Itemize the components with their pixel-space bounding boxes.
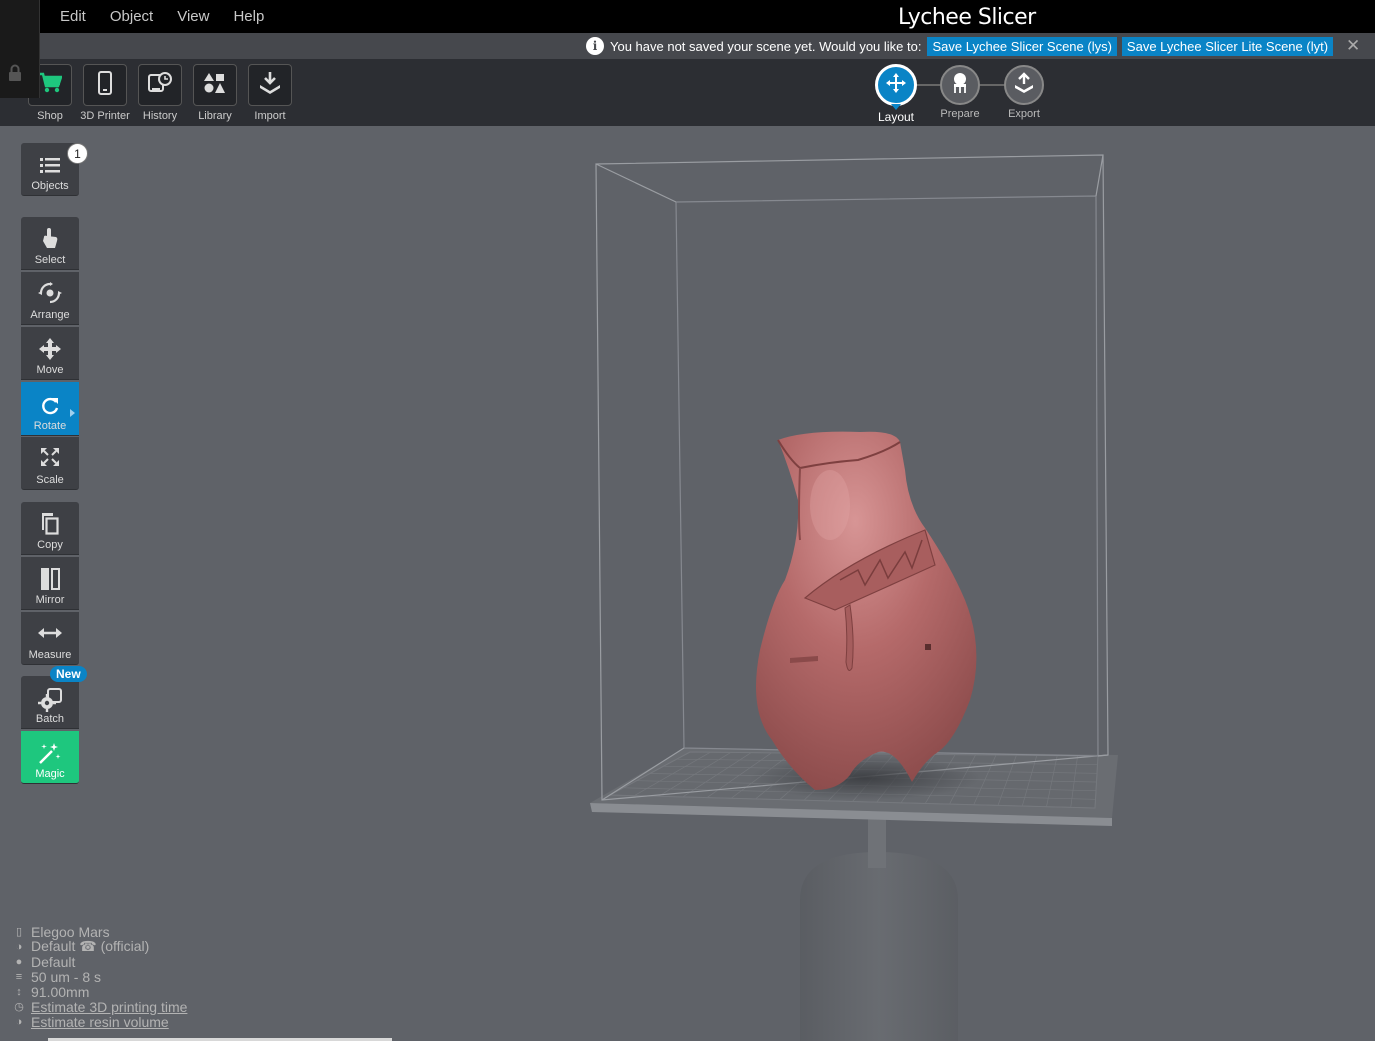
close-icon[interactable]: ✕ xyxy=(1346,36,1360,56)
move-arrows-icon xyxy=(38,337,62,366)
menu-edit[interactable]: Edit xyxy=(60,8,86,25)
batch-button[interactable]: Batch xyxy=(21,676,79,729)
shop-label: Shop xyxy=(37,110,63,122)
move-arrows-icon xyxy=(884,71,908,100)
mirror-label: Mirror xyxy=(35,594,65,606)
model-height: 91.00mm xyxy=(31,983,90,1000)
rotate-icon xyxy=(40,396,60,421)
measure-button[interactable]: Measure xyxy=(21,612,79,665)
phone-printer-icon xyxy=(97,70,113,100)
layer-setting: 50 um - 8 s xyxy=(31,968,102,985)
scale-button[interactable]: Scale xyxy=(21,437,79,490)
magic-button[interactable]: Magic xyxy=(21,731,79,784)
estimate-time-row: ◷ Estimate 3D printing time xyxy=(12,999,187,1015)
phone-printer-icon: ▯ xyxy=(15,926,23,938)
import-label: Import xyxy=(254,110,286,122)
resin-drop-icon: ◑ xyxy=(15,940,23,953)
info-icon: i xyxy=(586,37,604,55)
lock-panel xyxy=(0,0,40,98)
mirror-icon xyxy=(40,567,60,596)
measure-label: Measure xyxy=(28,649,72,661)
copy-button[interactable]: Copy xyxy=(21,502,79,555)
objects-label: Objects xyxy=(31,180,69,192)
save-lys-button[interactable]: Save Lychee Slicer Scene (lys) xyxy=(927,36,1117,56)
arrange-icon xyxy=(37,282,63,309)
notification-message: You have not saved your scene yet. Would… xyxy=(610,38,922,54)
mirror-button[interactable]: Mirror xyxy=(21,557,79,610)
library-label: Library xyxy=(198,110,232,122)
3d-model[interactable] xyxy=(756,431,977,790)
history-icon xyxy=(147,71,173,100)
support-figure-icon xyxy=(949,72,971,99)
shapes-icon xyxy=(203,72,227,99)
save-notification-bar: i You have not saved your scene yet. Wou… xyxy=(0,33,1375,59)
lock-icon[interactable] xyxy=(8,64,22,87)
cart-icon xyxy=(38,72,63,99)
objects-count-badge: 1 xyxy=(67,143,88,164)
rotate-label: Rotate xyxy=(33,420,67,432)
estimate-resin-row: ◑ Estimate resin volume xyxy=(12,1014,187,1030)
palette-icon: ● xyxy=(15,955,23,968)
history-button[interactable] xyxy=(138,64,182,106)
printer-base xyxy=(800,818,958,1041)
prepare-step[interactable] xyxy=(940,65,980,105)
prepare-step-label: Prepare xyxy=(940,108,980,120)
magic-wand-icon xyxy=(38,741,62,770)
select-button[interactable]: Select xyxy=(21,217,79,270)
scale-label: Scale xyxy=(36,474,64,486)
copy-icon xyxy=(40,512,60,541)
resin-name: Default ☎ (official) xyxy=(31,938,150,954)
3d-viewport[interactable] xyxy=(0,126,1375,1041)
top-toolbar: Shop 3D Printer History Library Import xyxy=(0,59,1375,126)
copy-label: Copy xyxy=(37,539,63,551)
estimate-resin-link[interactable]: Estimate resin volume xyxy=(31,1014,169,1030)
estimate-time-link[interactable]: Estimate 3D printing time xyxy=(31,999,187,1015)
model-shadow xyxy=(750,756,980,800)
batch-label: Batch xyxy=(35,713,65,725)
menu-items: Edit Object View Help xyxy=(48,0,276,33)
app-title: Lychee Slicer xyxy=(898,5,1036,30)
select-label: Select xyxy=(34,254,66,266)
color-info-row: ● Default xyxy=(12,953,187,970)
resin-drop-icon: ◑ xyxy=(15,1015,23,1028)
scene-canvas xyxy=(590,154,1118,1041)
history-label: History xyxy=(142,110,178,122)
3d-printer-label: 3D Printer xyxy=(80,110,130,122)
arrange-button[interactable]: Arrange xyxy=(21,272,79,325)
export-icon xyxy=(1013,71,1035,99)
resin-info-row: ◑ Default ☎ (official) xyxy=(12,938,187,954)
layout-step[interactable] xyxy=(875,64,917,106)
import-icon xyxy=(258,71,282,100)
list-icon xyxy=(40,157,60,180)
height-arrows-icon: ↕ xyxy=(16,985,22,998)
magic-label: Magic xyxy=(35,768,65,780)
height-info-row: ↕ 91.00mm xyxy=(12,983,187,1000)
layout-step-label: Layout xyxy=(877,110,915,124)
pointer-hand-icon xyxy=(42,227,58,254)
layer-info-row: ≡ 50 um - 8 s xyxy=(12,968,187,985)
measure-arrows-icon xyxy=(38,626,62,645)
export-step-label: Export xyxy=(1008,108,1040,120)
scale-icon xyxy=(40,447,60,472)
color-name: Default xyxy=(31,953,76,970)
move-label: Move xyxy=(36,364,64,376)
menu-bar: Edit Object View Help Lychee Slicer xyxy=(0,0,1375,33)
3d-printer-button[interactable] xyxy=(83,64,127,106)
save-lyt-button[interactable]: Save Lychee Slicer Lite Scene (lyt) xyxy=(1121,36,1334,56)
arrange-label: Arrange xyxy=(30,309,70,321)
menu-object[interactable]: Object xyxy=(110,8,153,25)
import-button[interactable] xyxy=(248,64,292,106)
rotate-button[interactable]: Rotate xyxy=(21,382,79,436)
export-step[interactable] xyxy=(1004,65,1044,105)
move-button[interactable]: Move xyxy=(21,327,79,380)
print-info-panel: ▯ Elegoo Mars ◑ Default ☎ (official) ● D… xyxy=(12,924,187,1030)
layers-icon: ≡ xyxy=(15,970,23,983)
menu-view[interactable]: View xyxy=(177,8,209,25)
library-button[interactable] xyxy=(193,64,237,106)
menu-help[interactable]: Help xyxy=(233,8,264,25)
printer-info-row: ▯ Elegoo Mars xyxy=(12,924,187,940)
new-badge: New xyxy=(50,666,87,682)
clock-icon: ◷ xyxy=(14,1001,24,1013)
